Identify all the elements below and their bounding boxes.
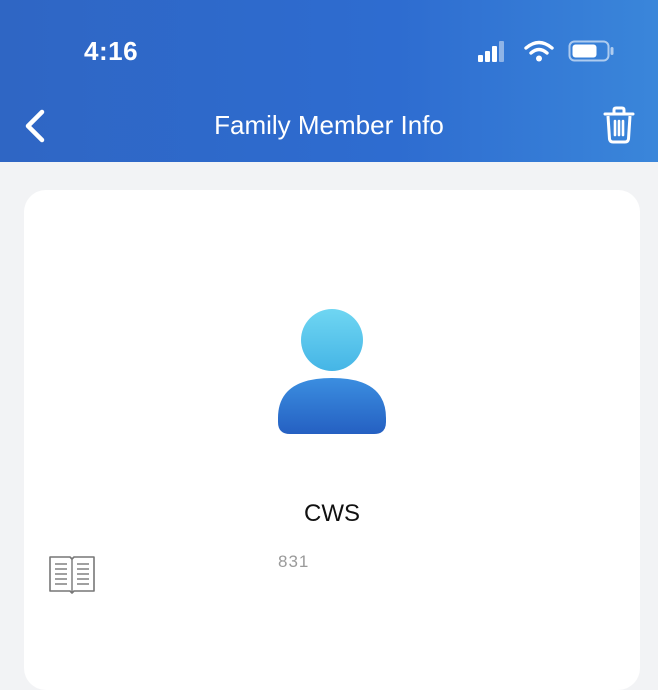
page-title: Family Member Info <box>214 110 444 140</box>
cellular-signal-icon <box>478 41 504 62</box>
status-icons <box>476 40 614 62</box>
header-bar: 4:16 Family Member Info <box>0 0 658 162</box>
trash-icon <box>603 106 635 144</box>
battery-icon <box>568 40 614 62</box>
wifi-icon <box>524 40 554 62</box>
status-time: 4:16 <box>84 36 139 66</box>
user-avatar-icon <box>278 309 386 434</box>
book-icon <box>49 556 95 594</box>
member-name: CWS <box>304 500 360 527</box>
member-phone: 831 <box>278 552 310 571</box>
avatar <box>276 308 388 440</box>
member-info-card: CWS 831 <box>24 190 640 690</box>
delete-button[interactable] <box>602 106 636 144</box>
